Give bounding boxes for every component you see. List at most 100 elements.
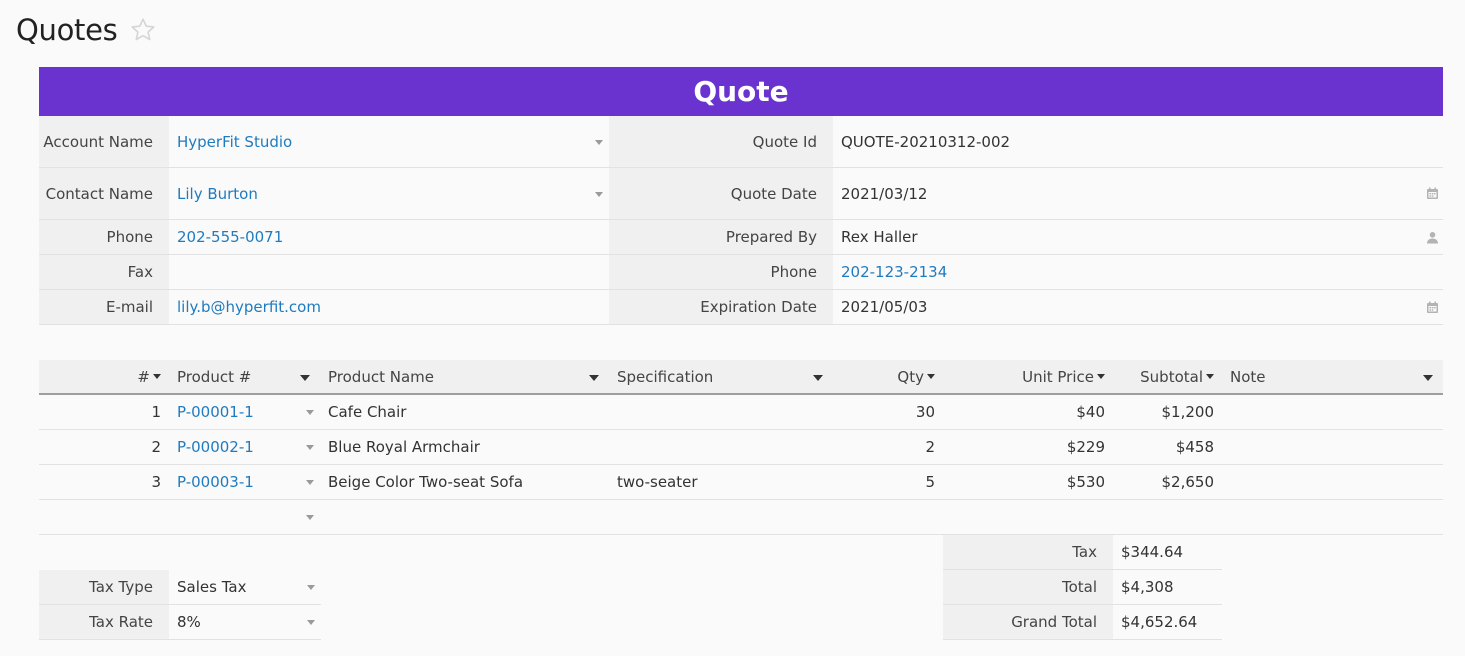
quote-id-label: Quote Id [609,116,833,167]
fax-label: Fax [39,255,169,289]
column-header-qty[interactable]: Qty [833,360,943,393]
info-row-email: E-mail lily.b@hyperfit.com Expiration Da… [39,290,1443,325]
quote-date-value: 2021/03/12 [841,184,928,203]
expiration-date-label: Expiration Date [609,290,833,324]
grand-total-label: Grand Total [943,605,1113,639]
sort-caret-icon[interactable] [1097,374,1105,379]
column-header-num[interactable]: # [39,360,169,393]
dropdown-caret-icon[interactable] [306,515,314,520]
tax-settings: Tax Type Sales Tax Tax Rate 8% [39,570,321,640]
dropdown-caret-icon[interactable] [813,375,823,381]
cell-specification[interactable] [609,500,833,534]
dropdown-caret-icon[interactable] [306,445,314,450]
cell-product-no[interactable]: P-00002-1 [169,430,320,464]
calendar-icon[interactable] [1426,187,1439,200]
column-header-subtotal[interactable]: Subtotal [1113,360,1222,393]
contact-name-value[interactable]: Lily Burton [177,185,258,203]
cell-note [1222,430,1443,464]
dropdown-caret-icon[interactable] [1423,375,1433,381]
person-icon[interactable] [1426,231,1439,244]
cell-specification: two-seater [617,473,698,491]
cell-num: 3 [151,473,161,491]
dropdown-caret-icon[interactable] [595,140,603,145]
quote-date-field[interactable]: 2021/03/12 [833,168,1443,219]
dropdown-caret-icon[interactable] [306,480,314,485]
column-header-product-name[interactable]: Product Name [320,360,609,393]
cell-product-no[interactable] [169,500,320,534]
sort-caret-icon[interactable] [153,374,161,379]
column-header-note[interactable]: Note [1222,360,1443,393]
cell-product-name: Cafe Chair [328,403,407,421]
table-row[interactable]: 2 P-00002-1 Blue Royal Armchair 2 $229 $… [39,430,1443,465]
phone-value[interactable]: 202-555-0071 [177,228,283,246]
sort-caret-icon[interactable] [1206,374,1214,379]
sort-caret-icon[interactable] [927,374,935,379]
cell-subtotal: $2,650 [1161,473,1215,491]
banner-title: Quote [693,75,789,108]
quote-date-label: Quote Date [609,168,833,219]
tax-type-field[interactable]: Sales Tax [169,570,321,604]
dropdown-caret-icon[interactable] [306,410,314,415]
dropdown-caret-icon[interactable] [595,192,603,197]
cell-qty[interactable] [833,500,943,534]
cell-num: 1 [151,403,161,421]
email-value[interactable]: lily.b@hyperfit.com [177,298,321,316]
dropdown-caret-icon[interactable] [307,585,315,590]
column-header-product-no[interactable]: Product # [169,360,320,393]
calendar-icon[interactable] [1426,301,1439,314]
cell-num [39,500,169,534]
cell-note [1222,465,1443,499]
cell-qty: 30 [915,403,935,421]
cell-unit-price: $40 [1076,403,1105,421]
cell-note [1222,395,1443,429]
tax-type-value: Sales Tax [177,578,247,596]
cell-note[interactable] [1222,500,1443,534]
prepared-by-field[interactable]: Rex Haller [833,220,1443,254]
dropdown-caret-icon[interactable] [589,375,599,381]
prepared-phone-value[interactable]: 202-123-2134 [841,263,947,281]
email-label: E-mail [39,290,169,324]
account-name-field[interactable]: HyperFit Studio [169,116,609,167]
info-row-contact: Contact Name Lily Burton Quote Date 2021… [39,168,1443,220]
quote-id-field[interactable]: QUOTE-20210312-002 [833,116,1443,167]
quote-info-form: Account Name HyperFit Studio Quote Id QU… [39,116,1443,325]
fax-field[interactable] [169,255,609,289]
quote-banner: Quote [39,67,1443,116]
quote-id-value: QUOTE-20210312-002 [841,132,1011,151]
dropdown-caret-icon[interactable] [300,375,310,381]
phone-field[interactable]: 202-555-0071 [169,220,609,254]
tax-rate-row: Tax Rate 8% [39,605,321,640]
grand-total-value: $4,652.64 [1113,605,1222,639]
prepared-phone-field[interactable]: 202-123-2134 [833,255,1443,289]
cell-qty: 2 [925,438,935,456]
table-row-new[interactable] [39,500,1443,535]
column-header-unit-price[interactable]: Unit Price [943,360,1113,393]
tax-rate-field[interactable]: 8% [169,605,321,639]
email-field[interactable]: lily.b@hyperfit.com [169,290,609,324]
star-icon[interactable] [129,16,157,44]
tax-amount-label: Tax [943,535,1113,569]
prepared-by-value: Rex Haller [841,228,918,246]
column-header-specification[interactable]: Specification [609,360,833,393]
tax-rate-value: 8% [177,613,201,631]
cell-product-name: Beige Color Two-seat Sofa [328,473,524,491]
page-title: Quotes [16,13,118,47]
contact-name-field[interactable]: Lily Burton [169,168,609,219]
account-name-value[interactable]: HyperFit Studio [177,133,292,151]
cell-qty: 5 [925,473,935,491]
expiration-date-field[interactable]: 2021/05/03 [833,290,1443,324]
cell-unit-price[interactable] [943,500,1113,534]
cell-product-no[interactable]: P-00003-1 [169,465,320,499]
table-row[interactable]: 3 P-00003-1 Beige Color Two-seat Sofa tw… [39,465,1443,500]
dropdown-caret-icon[interactable] [307,620,315,625]
tax-rate-label: Tax Rate [39,605,169,639]
cell-product-no[interactable]: P-00001-1 [169,395,320,429]
account-name-label: Account Name [39,116,169,167]
tax-type-label: Tax Type [39,570,169,604]
cell-product-name[interactable] [320,500,609,534]
table-row[interactable]: 1 P-00001-1 Cafe Chair 30 $40 $1,200 [39,395,1443,430]
totals-summary: Tax $344.64 Total $4,308 Grand Total $4,… [943,535,1222,640]
expiration-date-value: 2021/05/03 [841,298,928,316]
contact-name-label: Contact Name [39,168,169,219]
tax-total-row: Tax $344.64 [943,535,1222,570]
